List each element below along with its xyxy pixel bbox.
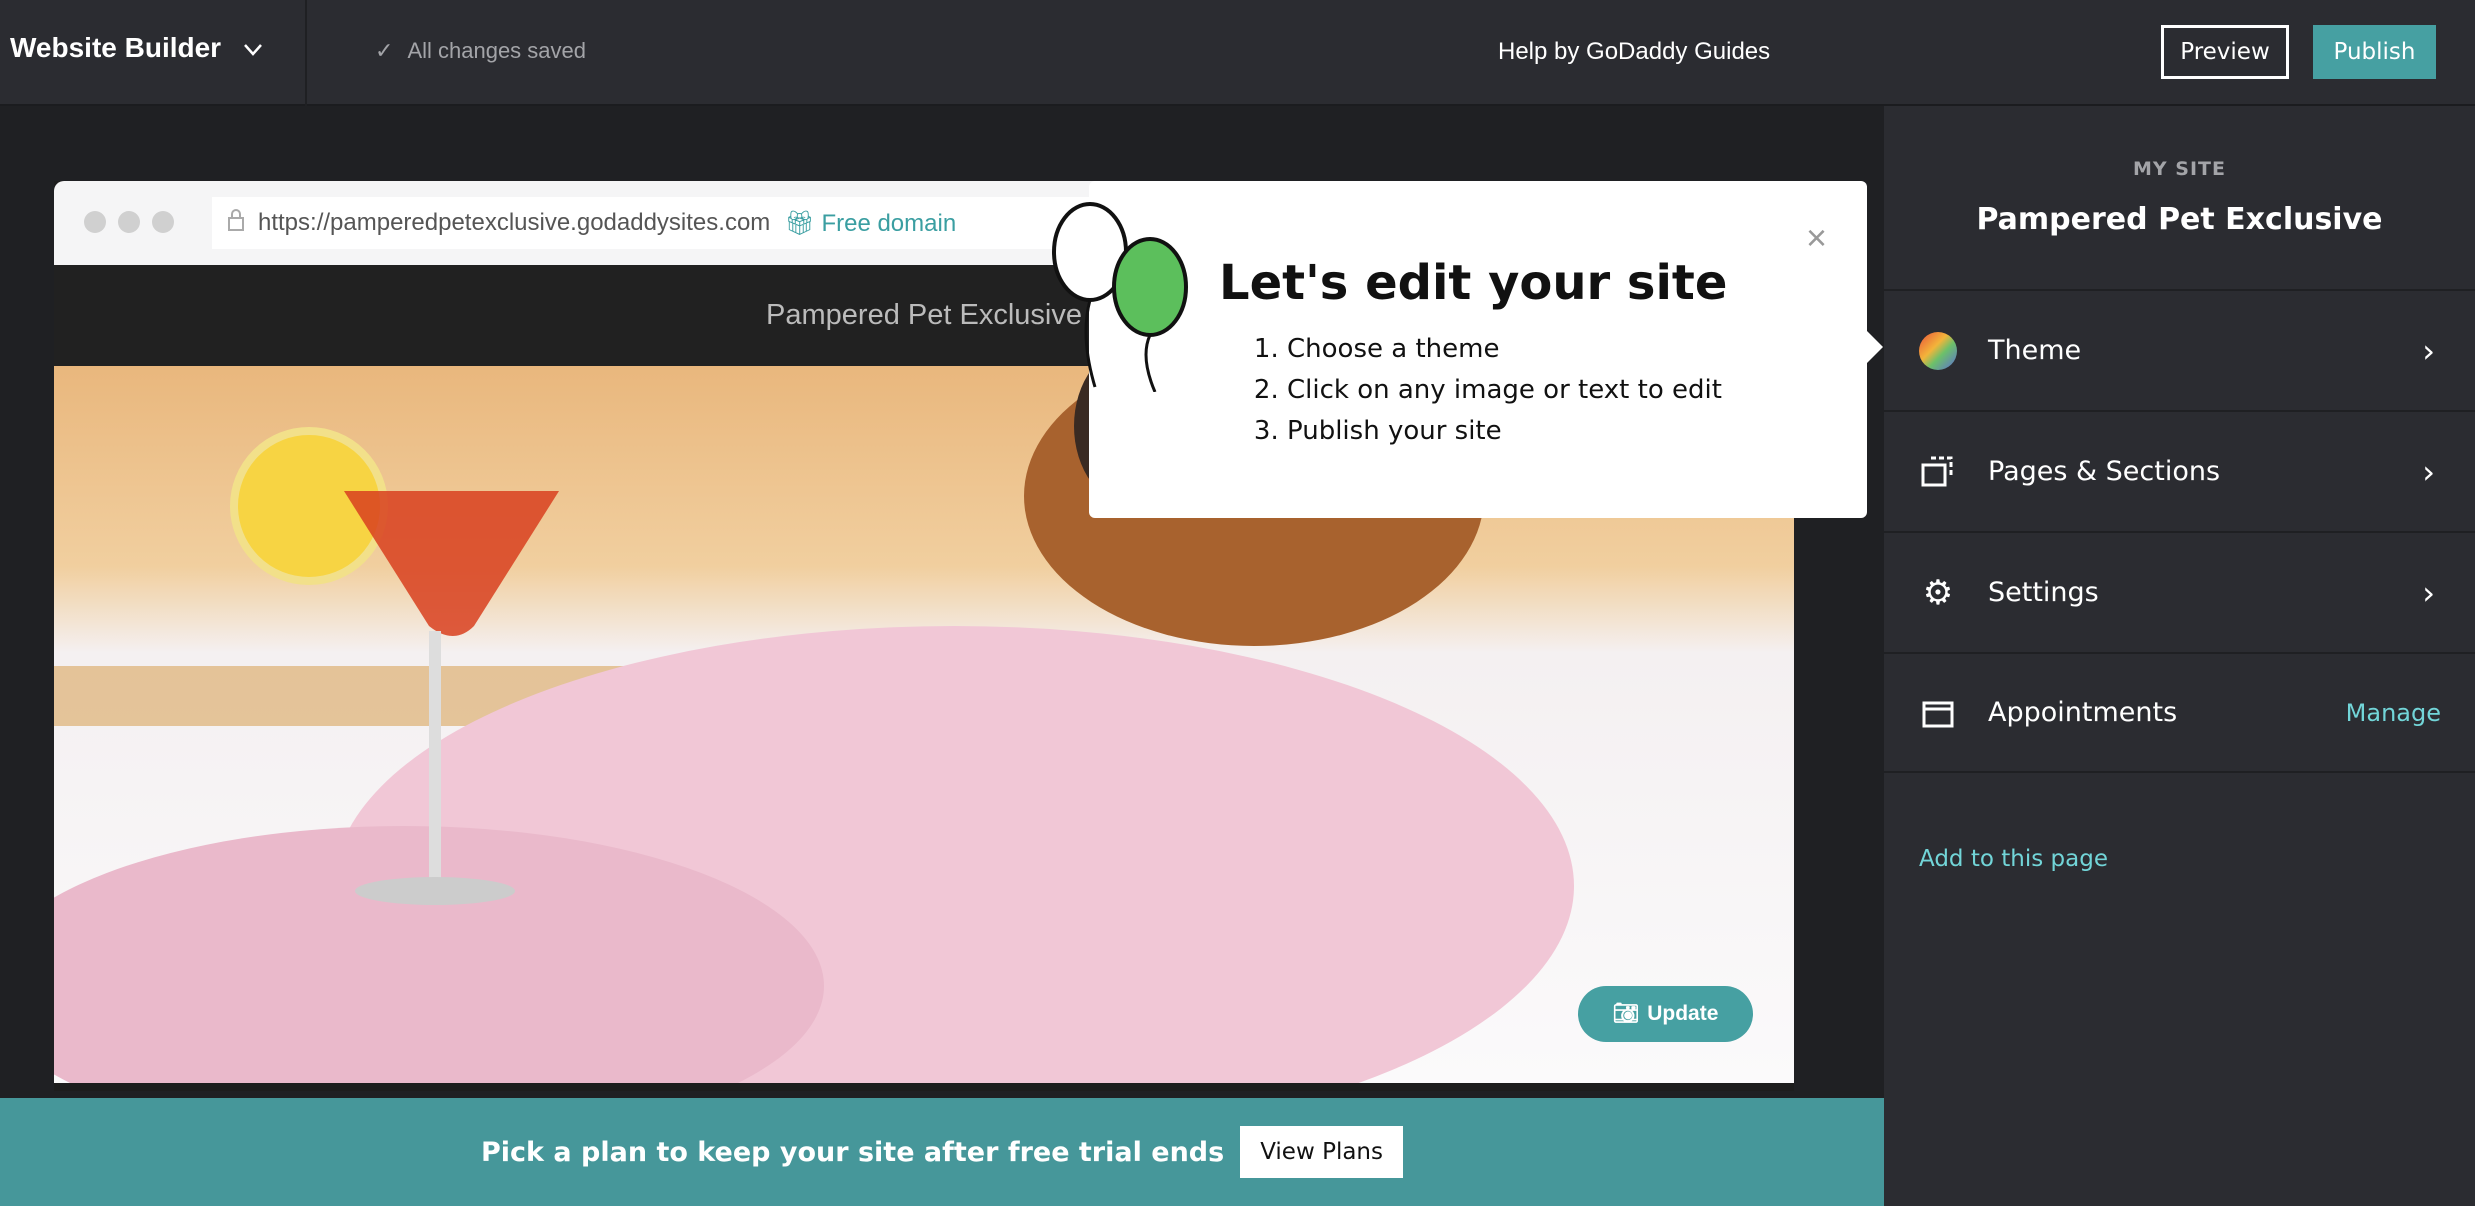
panel-item-settings[interactable]: ⚙ Settings › <box>1884 531 2475 652</box>
site-panel: MY SITE Pampered Pet Exclusive Theme › P… <box>1884 106 2475 1206</box>
chevron-right-icon: › <box>2422 452 2435 491</box>
panel-item-label: Pages & Sections <box>1988 456 2221 487</box>
close-icon[interactable]: × <box>1806 217 1827 259</box>
popup-title: Let's edit your site <box>1219 255 1728 311</box>
manage-appointments-link[interactable]: Manage <box>2346 699 2441 727</box>
trial-banner: Pick a plan to keep your site after free… <box>0 1098 1884 1206</box>
publish-button[interactable]: Publish <box>2313 25 2436 79</box>
onboarding-popup: Let's edit your site Choose a theme Clic… <box>1052 181 1883 518</box>
save-status-text: All changes saved <box>407 38 586 63</box>
panel-item-theme[interactable]: Theme › <box>1884 289 2475 410</box>
step-item: Publish your site <box>1287 411 1722 452</box>
window-dot <box>84 211 106 233</box>
color-wheel-icon <box>1918 331 1958 371</box>
add-to-page-link[interactable]: Add to this page <box>1919 846 2108 872</box>
save-status: ✓ All changes saved <box>375 38 586 64</box>
update-label: Update <box>1647 1002 1719 1025</box>
view-plans-button[interactable]: View Plans <box>1240 1126 1403 1178</box>
lock-icon <box>228 208 244 238</box>
balloons-icon <box>1052 202 1188 392</box>
banner-text: Pick a plan to keep your site after free… <box>481 1136 1225 1168</box>
top-bar: Website Builder ✓ All changes saved Help … <box>0 0 2475 106</box>
divider <box>305 0 307 106</box>
step-item: Click on any image or text to edit <box>1287 370 1722 411</box>
panel-item-label: Theme <box>1988 335 2082 366</box>
panel-item-pages-sections[interactable]: Pages & Sections › <box>1884 410 2475 531</box>
brand-label: Website Builder <box>10 32 222 63</box>
site-name: Pampered Pet Exclusive <box>1976 202 2383 237</box>
site-url: https://pamperedpetexclusive.godaddysite… <box>258 209 771 236</box>
chevron-right-icon: › <box>2422 331 2435 370</box>
calendar-icon <box>1918 693 1958 733</box>
check-icon: ✓ <box>375 38 394 63</box>
window-dot <box>152 211 174 233</box>
panel-label: MY SITE <box>2133 158 2226 180</box>
popup-steps: Choose a theme Click on any image or tex… <box>1287 329 1722 452</box>
chevron-down-icon <box>243 32 263 64</box>
help-link[interactable]: Help by GoDaddy Guides <box>1498 38 1770 66</box>
preview-button[interactable]: Preview <box>2161 25 2289 79</box>
step-item: Choose a theme <box>1287 329 1722 370</box>
panel-item-appointments[interactable]: Appointments Manage <box>1884 652 2475 773</box>
chevron-right-icon: › <box>2422 573 2435 612</box>
panel-item-label: Settings <box>1988 577 2099 608</box>
gear-icon: ⚙ <box>1922 572 1954 613</box>
camera-icon: 📷︎ <box>1612 1002 1640 1025</box>
window-dot <box>118 211 140 233</box>
pages-icon <box>1918 452 1958 492</box>
panel-item-label: Appointments <box>1988 697 2178 728</box>
free-domain-link[interactable]: 🎁︎ Free domain <box>784 209 956 238</box>
update-image-button[interactable]: 📷︎ Update <box>1578 986 1753 1042</box>
website-builder-menu[interactable]: Website Builder <box>10 32 263 64</box>
free-domain-label: Free domain <box>821 209 957 237</box>
